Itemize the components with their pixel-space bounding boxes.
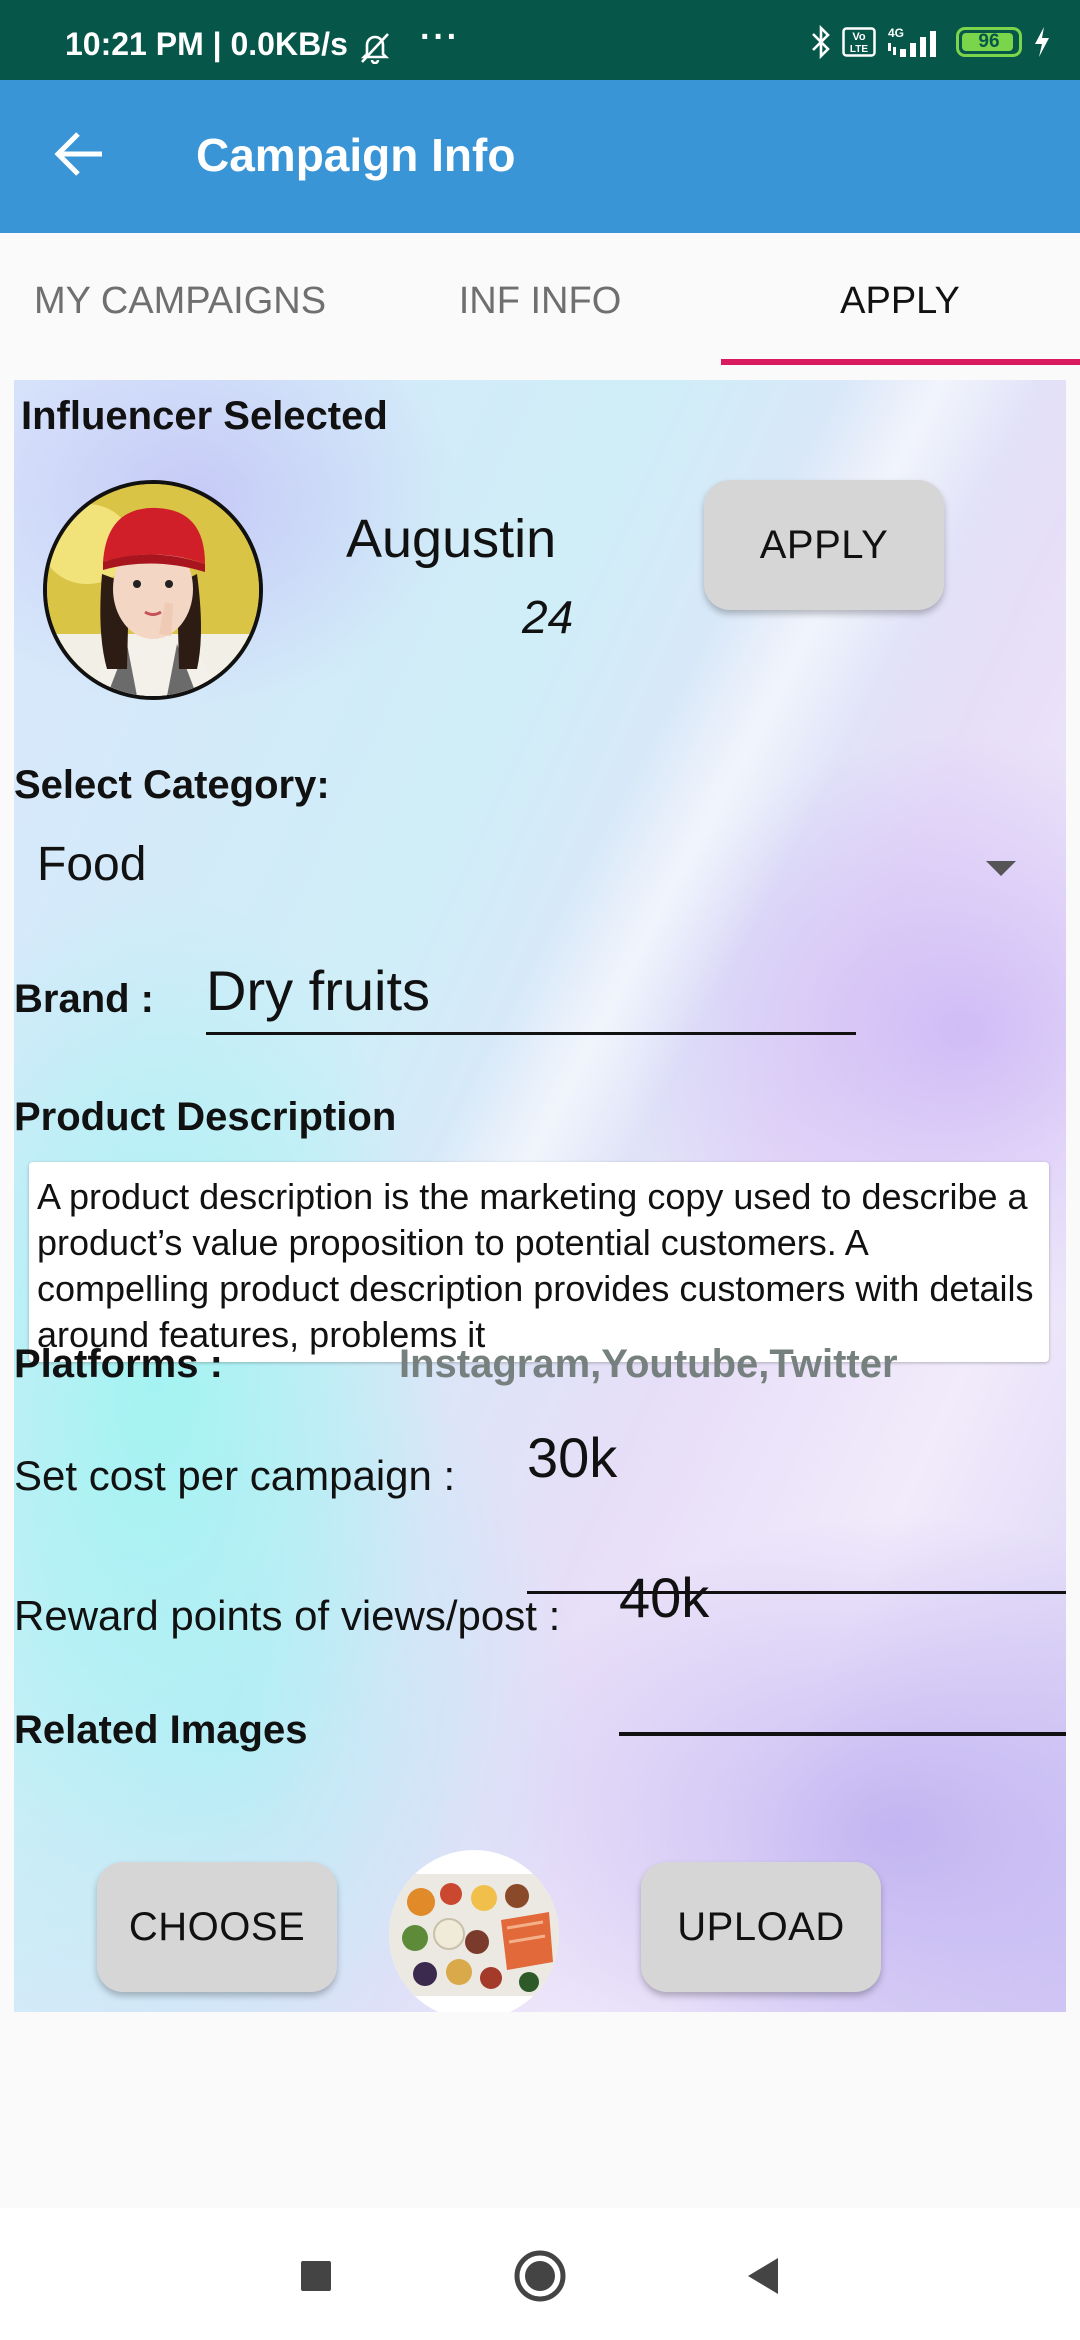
page-title: Campaign Info — [196, 129, 516, 181]
status-time-speed: 10:21 PM | 0.0KB/s — [65, 26, 348, 62]
tab-inf-info[interactable]: INF INFO — [360, 233, 720, 366]
tab-apply[interactable]: APPLY — [720, 233, 1080, 366]
platforms-label: Platforms : — [14, 1342, 223, 1386]
tab-bar: MY CAMPAIGNS INF INFO APPLY — [0, 233, 1080, 366]
dropdown-arrow-icon — [986, 861, 1016, 876]
volte-icon: Vo LTE — [842, 27, 876, 57]
related-images-label: Related Images — [14, 1708, 308, 1752]
apply-button[interactable]: APPLY — [704, 480, 944, 610]
charging-icon — [1032, 25, 1052, 59]
battery-icon: 96 — [956, 27, 1022, 57]
product-description-field[interactable]: A product description is the marketing c… — [29, 1162, 1049, 1362]
status-icons: Vo LTE 4G 96 — [810, 22, 1052, 62]
brand-label: Brand : — [14, 977, 154, 1021]
reward-points-label: Reward points of views/post : — [14, 1592, 561, 1639]
home-icon[interactable] — [510, 2246, 570, 2306]
tab-my-campaigns[interactable]: MY CAMPAIGNS — [0, 233, 360, 366]
apply-form-panel: Influencer Selected Augustin 24 APPLY Se… — [14, 380, 1066, 2012]
product-description-text: A product description is the marketing c… — [37, 1176, 1034, 1355]
influencer-age: 24 — [522, 591, 574, 643]
status-bar: 10:21 PM | 0.0KB/s ··· Vo LTE 4G 96 — [0, 0, 1080, 80]
back-arrow-icon[interactable] — [48, 122, 112, 186]
signal-4g-icon: 4G — [886, 25, 946, 59]
influencer-selected-label: Influencer Selected — [21, 394, 388, 438]
more-notifications-icon: ··· — [420, 18, 460, 56]
related-image-thumbnail[interactable] — [389, 1850, 559, 2012]
reward-input-underline — [619, 1732, 1066, 1736]
category-dropdown[interactable]: Food — [14, 825, 1066, 915]
svg-text:Vo: Vo — [852, 31, 866, 43]
category-value: Food — [37, 838, 147, 891]
bell-off-icon — [358, 30, 392, 65]
back-triangle-icon[interactable] — [734, 2246, 794, 2306]
svg-text:LTE: LTE — [850, 44, 868, 55]
cost-per-campaign-input[interactable]: 30k — [527, 1425, 617, 1490]
influencer-avatar — [43, 480, 263, 700]
reward-points-input[interactable]: 40k — [619, 1565, 709, 1630]
choose-button[interactable]: CHOOSE — [97, 1862, 337, 1992]
cost-input-underline — [527, 1591, 1066, 1594]
influencer-name: Augustin — [346, 509, 557, 569]
select-category-label: Select Category: — [14, 763, 330, 807]
battery-level: 96 — [978, 31, 1000, 52]
cost-per-campaign-label: Set cost per campaign : — [14, 1452, 456, 1499]
svg-text:4G: 4G — [888, 26, 904, 40]
tab-indicator — [721, 359, 1080, 365]
platforms-value: Instagram,Youtube,Twitter — [399, 1342, 898, 1386]
app-bar: Campaign Info — [0, 80, 1080, 233]
recent-apps-icon[interactable] — [286, 2246, 346, 2306]
system-navigation-bar — [0, 2208, 1080, 2340]
product-description-label: Product Description — [14, 1095, 397, 1139]
bluetooth-icon — [810, 25, 832, 59]
upload-button[interactable]: UPLOAD — [641, 1862, 881, 1992]
brand-input[interactable]: Dry fruits — [206, 958, 430, 1023]
brand-input-underline — [206, 1032, 856, 1035]
